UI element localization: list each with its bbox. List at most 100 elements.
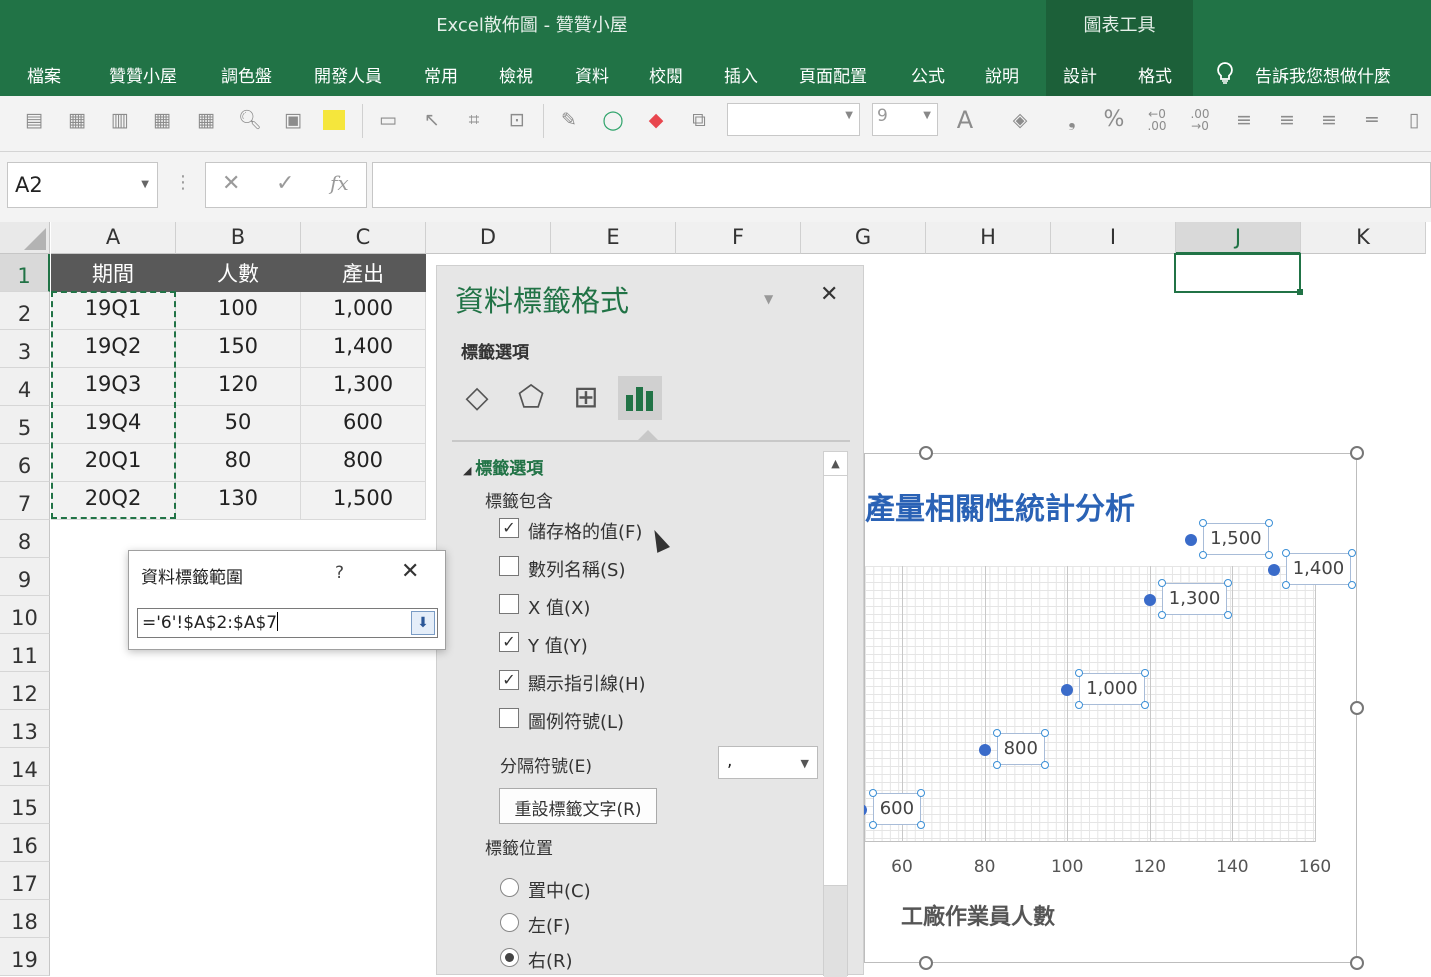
label-handle[interactable] [1281, 581, 1290, 589]
label-handle[interactable] [1040, 729, 1049, 737]
label-handle[interactable] [1281, 549, 1290, 557]
row-header-9[interactable]: 9 [0, 558, 50, 596]
tab-zanzan[interactable]: 贊贊小屋 [109, 62, 177, 87]
table-icon[interactable]: ▦ [194, 108, 218, 132]
resize-handle[interactable] [1350, 446, 1364, 460]
row-header-12[interactable]: 12 [0, 672, 50, 710]
label-handle[interactable] [1223, 611, 1232, 619]
radio-label[interactable]: 右(R) [528, 947, 573, 973]
tab-insert[interactable]: 插入 [724, 62, 758, 87]
row-header-1[interactable]: 1 [0, 254, 50, 292]
shape-icon[interactable]: ▭ [376, 108, 400, 132]
scroll-track[interactable] [824, 886, 847, 977]
scroll-thumb[interactable] [824, 476, 847, 886]
column-header-c[interactable]: C [301, 222, 426, 254]
column-header-i[interactable]: I [1051, 222, 1176, 254]
data-label[interactable]: 600 [872, 793, 922, 825]
stack-icon[interactable]: ⧉ [687, 108, 711, 132]
checkbox-legend-key[interactable] [499, 708, 519, 728]
checkbox-label[interactable]: 儲存格的值(F) [528, 518, 642, 544]
table-icon[interactable]: ▦ [150, 108, 174, 132]
percent-icon[interactable]: % [1102, 108, 1126, 132]
tab-review[interactable]: 校閱 [649, 62, 683, 87]
chart-title[interactable]: 產量相關性統計分析 [865, 484, 1135, 528]
tab-palette[interactable]: 調色盤 [221, 62, 272, 87]
lightbulb-icon[interactable] [1215, 62, 1235, 89]
header-cell[interactable]: 產出 [301, 254, 426, 292]
radio-label[interactable]: 置中(C) [528, 877, 591, 903]
font-size-box[interactable]: 9 ▼ [872, 103, 938, 136]
size-properties-icon[interactable]: ⊞ [564, 376, 608, 420]
data-point[interactable] [1267, 564, 1280, 576]
column-header-g[interactable]: G [801, 222, 926, 254]
align-icon[interactable]: ═ [1360, 108, 1384, 132]
data-point[interactable] [1185, 534, 1198, 546]
checkbox-label[interactable]: 數列名稱(S) [528, 556, 625, 582]
ribbon-a-icon[interactable]: A [953, 108, 977, 132]
checkbox-label[interactable]: 圖例符號(L) [528, 708, 624, 734]
row-header-6[interactable]: 6 [0, 444, 50, 482]
checkbox-label[interactable]: Y 值(Y) [528, 632, 588, 658]
cancel-icon[interactable]: ✕ [222, 171, 240, 196]
column-header-b[interactable]: B [176, 222, 301, 254]
name-box[interactable]: A2 ▼ [7, 162, 158, 208]
help-button[interactable]: ? [335, 563, 344, 583]
column-header-d[interactable]: D [426, 222, 551, 254]
tab-formulas[interactable]: 公式 [911, 62, 945, 87]
label-handle[interactable] [1157, 611, 1166, 619]
align-right-icon[interactable]: ≡ [1317, 108, 1341, 132]
tab-file[interactable]: 檔案 [27, 62, 61, 87]
resize-handle[interactable] [1350, 956, 1364, 970]
table-cell[interactable]: 150 [176, 330, 301, 368]
pane-scrollbar[interactable]: ▲ [823, 451, 848, 977]
label-handle[interactable] [1157, 579, 1166, 587]
row-header-17[interactable]: 17 [0, 862, 50, 900]
eraser-icon[interactable]: ◆ [644, 108, 668, 132]
data-label[interactable]: 1,000 [1079, 673, 1145, 705]
label-handle[interactable] [1347, 581, 1356, 589]
splitter-dots[interactable]: ⋮ [174, 172, 192, 193]
align-center-icon[interactable]: ≡ [1275, 108, 1299, 132]
header-cell[interactable]: 期間 [51, 254, 176, 292]
preview-icon[interactable]: 🔍︎ [238, 108, 262, 132]
data-label[interactable]: 1,500 [1203, 523, 1269, 555]
radio-left[interactable] [500, 913, 519, 932]
select-all-corner[interactable] [0, 222, 50, 254]
label-handle[interactable] [1040, 761, 1049, 769]
label-handle[interactable] [1347, 549, 1356, 557]
table-cell[interactable]: 800 [301, 444, 426, 482]
active-cell-selection[interactable] [1174, 253, 1303, 295]
column-header-j[interactable]: J [1176, 222, 1301, 254]
data-point[interactable] [1143, 594, 1156, 606]
table-cell[interactable]: 100 [176, 292, 301, 330]
font-name-box[interactable]: ▼ [727, 103, 860, 136]
tab-format[interactable]: 格式 [1138, 62, 1172, 87]
tell-me-search[interactable]: 告訴我您想做什麼 [1255, 62, 1391, 87]
radio-center[interactable] [500, 878, 519, 897]
frame-icon[interactable]: ⊡ [505, 108, 529, 132]
data-label[interactable]: 1,300 [1161, 583, 1228, 615]
label-handle[interactable] [1223, 579, 1232, 587]
table-cell[interactable]: 1,500 [301, 482, 426, 520]
label-handle[interactable] [992, 761, 1001, 769]
tab-page-layout[interactable]: 頁面配置 [799, 62, 867, 87]
label-handle[interactable] [868, 821, 877, 829]
radio-right[interactable] [500, 948, 519, 967]
label-handle[interactable] [992, 729, 1001, 737]
row-header-5[interactable]: 5 [0, 406, 50, 444]
crop-icon[interactable]: ⌗ [462, 108, 486, 132]
toolbar-icon[interactable]: ▥ [108, 108, 132, 132]
comma-style-icon[interactable]: ❟ [1060, 108, 1084, 132]
row-header-19[interactable]: 19 [0, 938, 50, 976]
separator-select[interactable]: , ▼ [718, 746, 818, 779]
header-cell[interactable]: 人數 [176, 254, 301, 292]
increase-decimal-icon[interactable]: ←0.00 [1145, 108, 1169, 132]
column-header-k[interactable]: K [1301, 222, 1426, 254]
table-cell[interactable]: 1,300 [301, 368, 426, 406]
reset-label-text-button[interactable]: 重設標籤文字(R) [499, 788, 657, 824]
toolbar-icon[interactable]: ▤ [22, 108, 46, 132]
pane-options-dropdown[interactable]: ▼ [764, 292, 773, 306]
row-header-11[interactable]: 11 [0, 634, 50, 672]
checkbox-label[interactable]: 顯示指引線(H) [528, 670, 646, 696]
table-cell[interactable]: 50 [176, 406, 301, 444]
